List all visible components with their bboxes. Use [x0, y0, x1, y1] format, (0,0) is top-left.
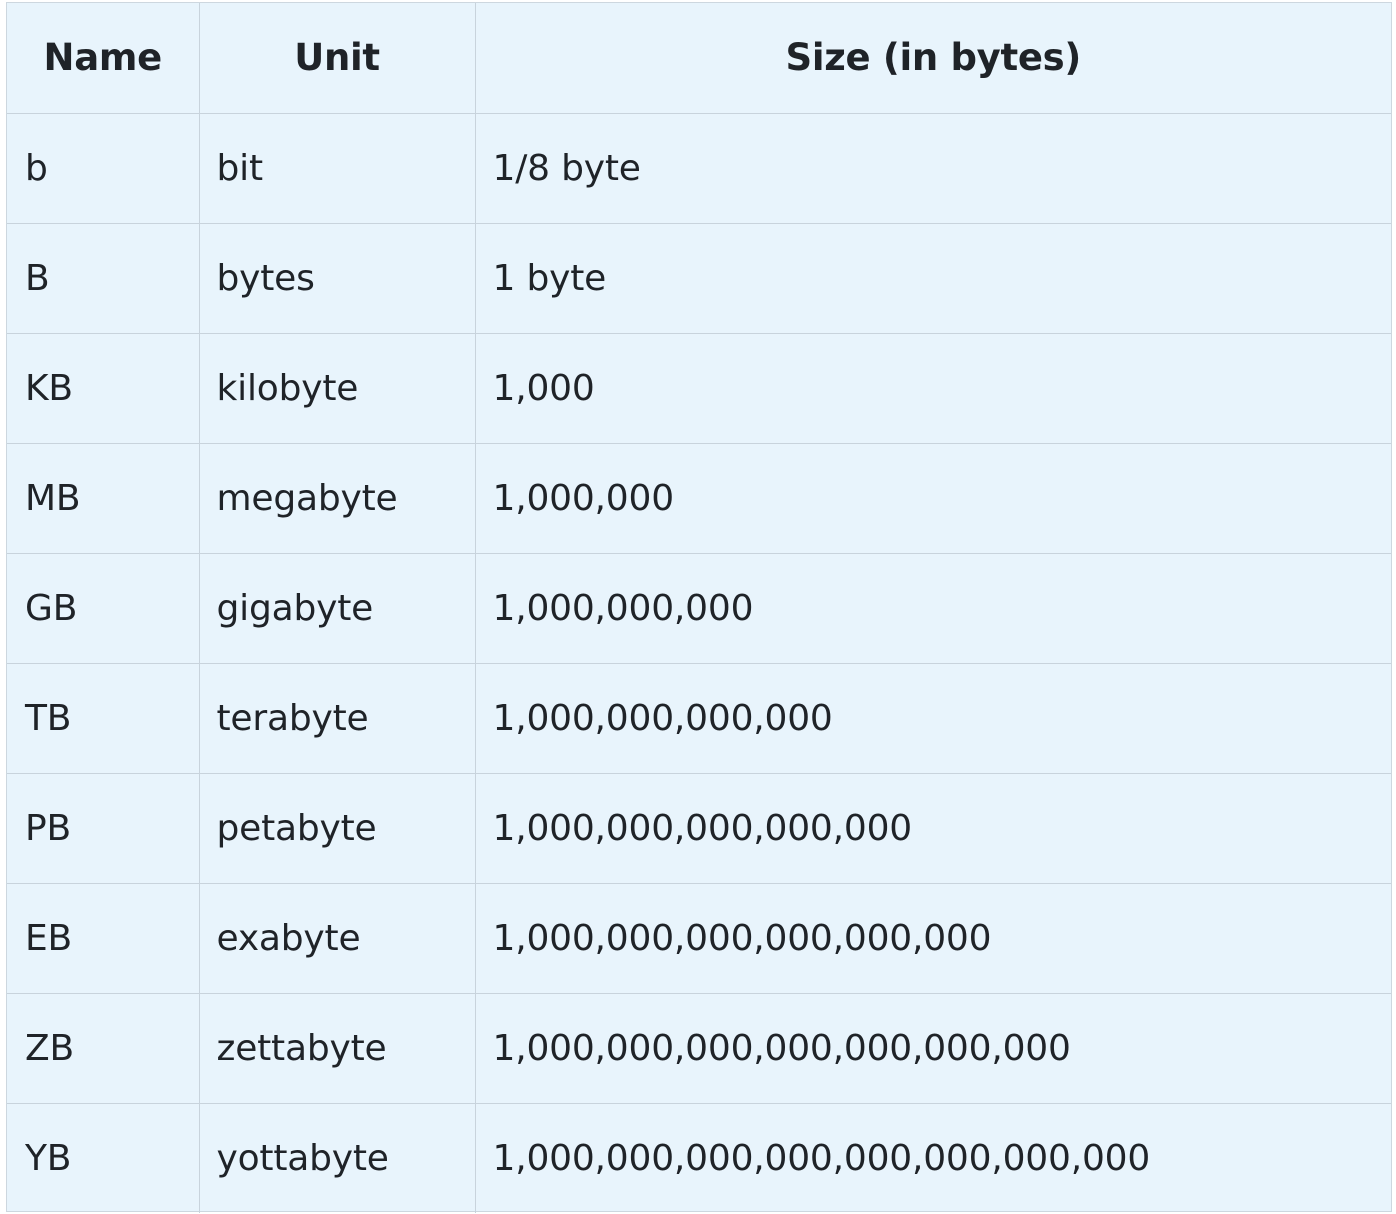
cell-name: KB [7, 332, 200, 444]
cell-size: 1,000,000,000,000,000,000,000 [474, 992, 1391, 1104]
cell-unit: terabyte [198, 662, 476, 774]
cell-unit: bit [198, 112, 476, 224]
cell-unit: zettabyte [198, 992, 476, 1104]
table-header-row: Name Unit Size (in bytes) [7, 3, 1391, 114]
header-unit: Unit [198, 3, 476, 114]
cell-name: ZB [7, 992, 200, 1104]
cell-size: 1,000,000,000,000,000 [474, 772, 1391, 884]
cell-size: 1 byte [474, 222, 1391, 334]
table-row: KB kilobyte 1,000 [7, 332, 1391, 444]
header-size: Size (in bytes) [474, 3, 1391, 114]
cell-unit: kilobyte [198, 332, 476, 444]
cell-size: 1,000,000 [474, 442, 1391, 554]
cell-unit: bytes [198, 222, 476, 334]
cell-size: 1/8 byte [474, 112, 1391, 224]
cell-size: 1,000,000,000,000 [474, 662, 1391, 774]
table-row: GB gigabyte 1,000,000,000 [7, 552, 1391, 664]
cell-unit: petabyte [198, 772, 476, 884]
table-row: B bytes 1 byte [7, 222, 1391, 334]
cell-name: EB [7, 882, 200, 994]
table-row: ZB zettabyte 1,000,000,000,000,000,000,0… [7, 992, 1391, 1104]
cell-name: B [7, 222, 200, 334]
table-row: YB yottabyte 1,000,000,000,000,000,000,0… [7, 1102, 1391, 1213]
cell-name: TB [7, 662, 200, 774]
table-row: MB megabyte 1,000,000 [7, 442, 1391, 554]
cell-name: GB [7, 552, 200, 664]
cell-size: 1,000,000,000,000,000,000,000,000 [474, 1102, 1391, 1213]
cell-name: YB [7, 1102, 200, 1213]
cell-unit: yottabyte [198, 1102, 476, 1213]
table-row: b bit 1/8 byte [7, 112, 1391, 224]
cell-size: 1,000,000,000,000,000,000 [474, 882, 1391, 994]
cell-name: b [7, 112, 200, 224]
table-row: TB terabyte 1,000,000,000,000 [7, 662, 1391, 774]
cell-unit: exabyte [198, 882, 476, 994]
cell-unit: gigabyte [198, 552, 476, 664]
cell-name: MB [7, 442, 200, 554]
table-row: PB petabyte 1,000,000,000,000,000 [7, 772, 1391, 884]
table-row: EB exabyte 1,000,000,000,000,000,000 [7, 882, 1391, 994]
cell-size: 1,000 [474, 332, 1391, 444]
data-size-table: Name Unit Size (in bytes) b bit 1/8 byte… [7, 3, 1391, 1213]
data-size-table-container: Name Unit Size (in bytes) b bit 1/8 byte… [6, 2, 1392, 1213]
cell-name: PB [7, 772, 200, 884]
cell-size: 1,000,000,000 [474, 552, 1391, 664]
header-name: Name [7, 3, 200, 114]
cell-unit: megabyte [198, 442, 476, 554]
